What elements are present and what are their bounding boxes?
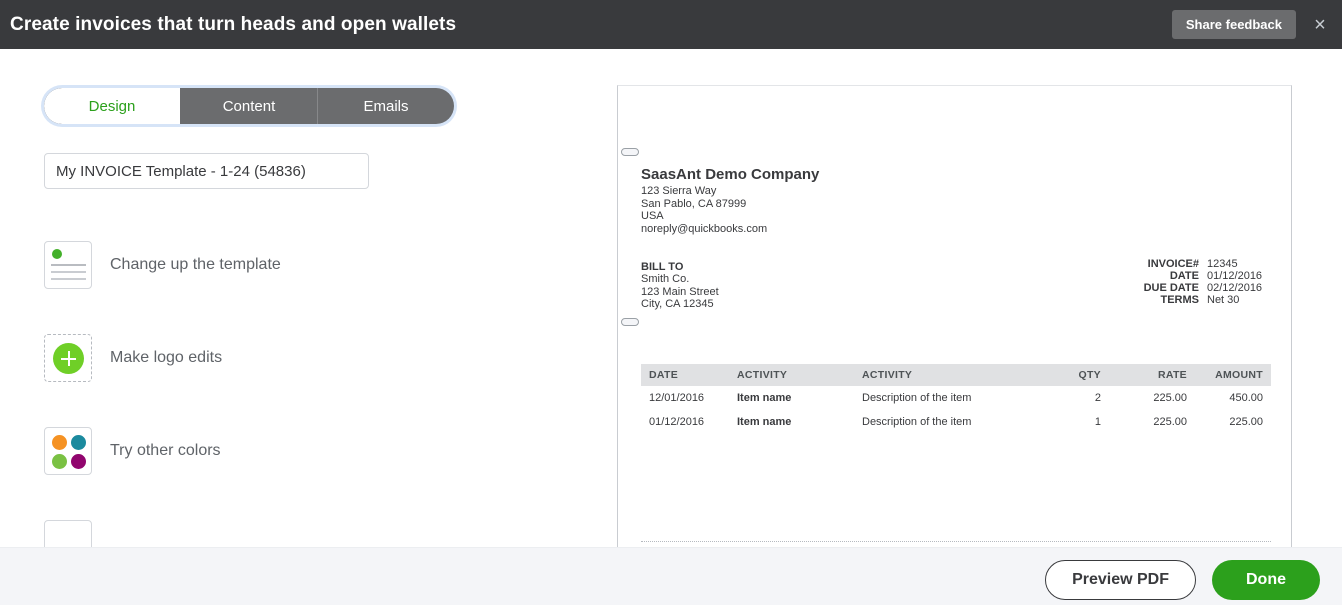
invoice-terms-value: Net 30 (1207, 294, 1240, 306)
invoice-due-date-value: 02/12/2016 (1207, 282, 1263, 294)
invoice-meta-values: 12345 01/12/2016 02/12/2016 Net 30 (1207, 258, 1271, 306)
drag-handle-middle[interactable] (621, 318, 639, 326)
document-icon (44, 241, 92, 289)
design-panel: Design Content Emails Change up the temp… (0, 49, 617, 547)
column-header-amount: AMOUNT (1187, 364, 1271, 386)
swatch-teal (71, 435, 86, 450)
bill-to-name: Smith Co. (641, 273, 690, 285)
company-name: SaasAnt Demo Company (641, 166, 820, 183)
tab-emails[interactable]: Emails (318, 88, 454, 124)
preview-pdf-button[interactable]: Preview PDF (1045, 560, 1196, 600)
cell-activity: Item name (737, 392, 792, 404)
table-row: 01/12/2016 Item name Description of the … (641, 410, 1271, 434)
invoice-terms-label: TERMS (1160, 294, 1200, 306)
company-country: USA (641, 210, 664, 223)
invoice-section-divider (641, 541, 1271, 542)
table-header-row: DATE ACTIVITY ACTIVITY QTY RATE AMOUNT (641, 364, 1271, 386)
close-icon[interactable]: × (1306, 11, 1334, 39)
company-address-line1: 123 Sierra Way (641, 185, 717, 197)
page-title: Create invoices that turn heads and open… (10, 13, 457, 35)
cell-amount: 450.00 (1229, 392, 1263, 404)
invoice-meta-labels: INVOICE# DATE DUE DATE TERMS (1144, 258, 1199, 306)
invoice-due-date-label: DUE DATE (1143, 282, 1199, 294)
table-row: 12/01/2016 Item name Description of the … (641, 386, 1271, 410)
cell-rate: 225.00 (1153, 416, 1187, 428)
invoice-customization-modal: Create invoices that turn heads and open… (0, 0, 1342, 605)
done-button[interactable]: Done (1212, 560, 1320, 600)
option-row-partial[interactable] (44, 520, 544, 547)
company-email: noreply@quickbooks.com (641, 222, 768, 235)
plus-circle-icon (44, 334, 92, 382)
cell-qty: 2 (1094, 392, 1101, 404)
partial-option-icon (44, 520, 92, 547)
cell-date: 12/01/2016 (649, 392, 705, 404)
invoice-meta: INVOICE# DATE DUE DATE TERMS 12345 01/12… (1144, 258, 1271, 306)
tab-content[interactable]: Content (181, 88, 318, 124)
design-option-list: Change up the template Make logo edits T… (44, 241, 544, 547)
cell-amount: 225.00 (1229, 416, 1263, 428)
cell-date: 01/12/2016 (649, 416, 705, 428)
cell-rate: 225.00 (1153, 392, 1187, 404)
template-name-input[interactable] (44, 153, 369, 189)
cell-description: Description of the item (862, 392, 972, 404)
bill-to-street: 123 Main Street (641, 285, 719, 298)
tab-bar: Design Content Emails (44, 88, 454, 124)
column-header-rate: RATE (1101, 364, 1187, 386)
share-feedback-button[interactable]: Share feedback (1171, 10, 1296, 39)
line-items-table: DATE ACTIVITY ACTIVITY QTY RATE AMOUNT 1… (641, 364, 1271, 434)
cell-activity: Item name (737, 416, 792, 428)
column-header-date: DATE (641, 364, 737, 386)
footer-actions: Preview PDF Done (1045, 560, 1320, 600)
invoice-number-label: INVOICE# (1147, 258, 1199, 270)
modal-header: Create invoices that turn heads and open… (0, 0, 1342, 49)
swatch-orange (52, 435, 67, 450)
invoice-number-value: 12345 (1207, 258, 1238, 270)
invoice-date-label: DATE (1169, 270, 1199, 282)
swatch-magenta (71, 454, 86, 469)
company-address: 123 Sierra Way San Pablo, CA 87999 USA n… (641, 185, 767, 235)
bill-to-citystate: City, CA 12345 (641, 298, 714, 311)
option-label: Change up the template (110, 256, 281, 273)
option-label: Try other colors (110, 442, 221, 459)
tab-design[interactable]: Design (44, 88, 181, 124)
modal-footer: Preview PDF Done (0, 547, 1342, 605)
invoice-date-value: 01/12/2016 (1207, 270, 1263, 282)
column-header-activity-description: ACTIVITY (862, 364, 1039, 386)
invoice-preview: SaasAnt Demo Company 123 Sierra Way San … (617, 85, 1292, 547)
cell-description: Description of the item (862, 416, 972, 428)
color-swatch-icon (44, 427, 92, 475)
company-address-line2: San Pablo, CA 87999 (641, 197, 747, 210)
option-label: Make logo edits (110, 349, 223, 366)
option-make-logo-edits[interactable]: Make logo edits (44, 334, 544, 382)
drag-handle-top[interactable] (621, 148, 639, 156)
option-change-template[interactable]: Change up the template (44, 241, 544, 289)
swatch-green (52, 454, 67, 469)
cell-qty: 1 (1094, 416, 1101, 428)
header-actions: Share feedback × (1171, 0, 1334, 49)
bill-to-label: BILL TO (641, 261, 684, 273)
option-try-other-colors[interactable]: Try other colors (44, 427, 544, 475)
column-header-qty: QTY (1039, 364, 1101, 386)
bill-to-block: BILL TO Smith Co. 123 Main Street City, … (641, 261, 719, 311)
column-header-activity: ACTIVITY (737, 364, 862, 386)
